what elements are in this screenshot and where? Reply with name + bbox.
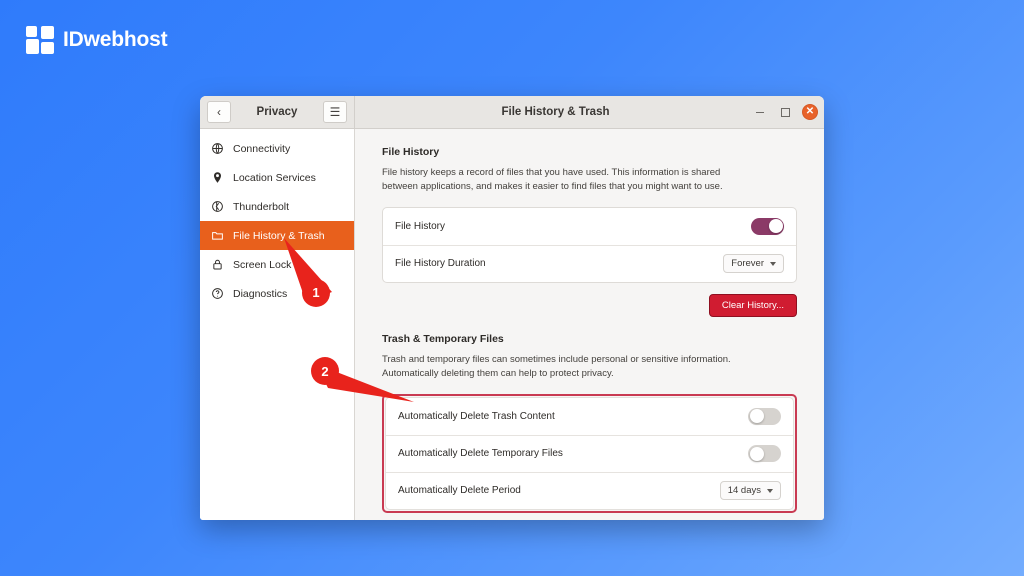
dropdown-value: Forever [731, 258, 764, 270]
maximize-icon[interactable] [777, 104, 793, 120]
auto-delete-temporary-files-toggle[interactable] [748, 445, 781, 463]
location-pin-icon [210, 171, 224, 185]
sidebar-item-thunderbolt[interactable]: Thunderbolt [200, 192, 354, 221]
window-headerbar: ‹ Privacy ☰ File History & Trash ✕ [200, 96, 824, 129]
close-icon[interactable]: ✕ [802, 104, 818, 120]
chevron-left-icon: ‹ [217, 105, 221, 119]
auto-delete-trash-content-toggle[interactable] [748, 407, 781, 425]
row-label: Automatically Delete Trash Content [398, 410, 555, 422]
auto-delete-period-dropdown[interactable]: 14 days [719, 481, 781, 501]
arrow-callout-icon [284, 238, 332, 307]
file-history-description: File history keeps a record of files tha… [382, 167, 723, 192]
sidebar-headerbar: ‹ Privacy ☰ [200, 96, 355, 128]
row-file-history-duration[interactable]: File History Duration Forever [383, 244, 796, 282]
row-label: Automatically Delete Temporary Files [398, 448, 563, 460]
window-controls: ✕ [752, 104, 818, 120]
file-history-section-title: File History [382, 146, 440, 158]
window-body: Connectivity Location Services Thunderbo… [200, 129, 824, 520]
row-label: Automatically Delete Period [398, 485, 521, 497]
file-history-toggle[interactable] [751, 217, 784, 235]
grid-squares-logo-icon [26, 26, 54, 54]
main-headerbar: File History & Trash ✕ [355, 96, 824, 128]
folder-icon [210, 229, 224, 243]
row-auto-delete-period[interactable]: Automatically Delete Period 14 days [386, 471, 793, 509]
dropdown-value: 14 days [727, 485, 761, 497]
window-title: File History & Trash [501, 106, 610, 118]
arrow-callout-icon [311, 357, 414, 402]
lock-icon [210, 258, 224, 272]
annotation-2: 2 [302, 352, 418, 408]
row-auto-delete-temporary-files[interactable]: Automatically Delete Temporary Files [386, 434, 793, 472]
row-label: File History Duration [395, 258, 486, 270]
thunderbolt-icon [210, 200, 224, 214]
sidebar-item-label: Thunderbolt [233, 200, 290, 213]
screenshot-stage: IDwebhost ‹ Privacy ☰ File History & Tra… [0, 0, 1024, 576]
hamburger-menu-icon: ☰ [329, 105, 341, 119]
globe-icon [210, 142, 224, 156]
annotation-1-number: 1 [312, 285, 320, 300]
sidebar-item-label: Location Services [233, 171, 316, 184]
row-label: File History [395, 220, 446, 232]
brand-name: IDwebhost [63, 28, 168, 51]
sidebar-item-label: Connectivity [233, 142, 291, 155]
hamburger-menu-button[interactable]: ☰ [323, 101, 347, 123]
row-file-history[interactable]: File History [383, 208, 796, 245]
trash-description: Trash and temporary files can sometimes … [382, 354, 731, 379]
brand-logo: IDwebhost [26, 26, 168, 54]
sidebar-item-location-services[interactable]: Location Services [200, 163, 354, 192]
row-auto-delete-trash-content[interactable]: Automatically Delete Trash Content [386, 398, 793, 435]
minimize-icon[interactable] [752, 104, 768, 120]
settings-sidebar: Connectivity Location Services Thunderbo… [200, 129, 355, 520]
file-history-duration-dropdown[interactable]: Forever [723, 254, 784, 274]
settings-content: File History File history keeps a record… [355, 129, 824, 520]
file-history-card: File History File History Duration Forev… [382, 206, 797, 283]
clear-history-button-row: Clear History... [382, 293, 797, 318]
question-circle-icon [210, 287, 224, 301]
chevron-down-icon [770, 261, 776, 266]
trash-settings-highlight: Automatically Delete Trash Content Autom… [382, 393, 797, 513]
sidebar-item-connectivity[interactable]: Connectivity [200, 134, 354, 163]
annotation-2-number: 2 [321, 364, 329, 379]
trash-card: Automatically Delete Trash Content Autom… [385, 396, 794, 510]
back-button[interactable]: ‹ [207, 101, 231, 123]
sidebar-title: Privacy [256, 106, 298, 118]
trash-section-title: Trash & Temporary Files [382, 333, 504, 346]
clear-history-button[interactable]: Clear History... [708, 293, 797, 318]
chevron-down-icon [767, 488, 773, 493]
annotation-1: 1 [276, 236, 362, 314]
